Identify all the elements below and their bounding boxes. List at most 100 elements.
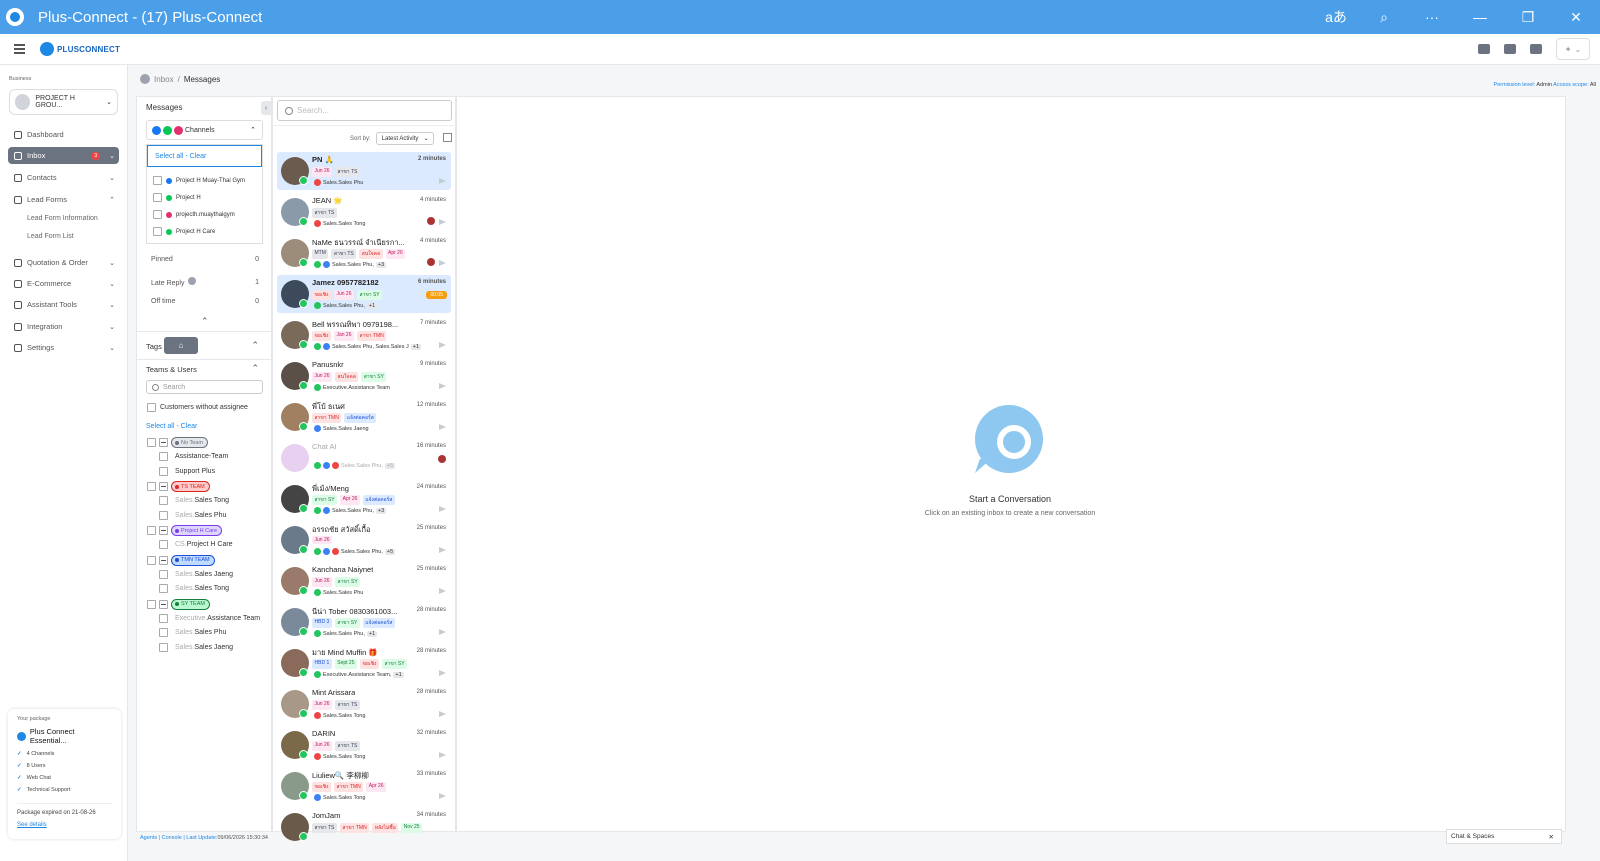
user-row[interactable]: Executive. Assistance Team <box>159 613 260 623</box>
zoom-icon[interactable]: ⌕ <box>1360 0 1408 34</box>
grid-view-icon[interactable] <box>443 133 452 142</box>
chevron-up-icon[interactable]: ⌃ <box>251 340 259 351</box>
translate-icon[interactable]: aあ <box>1312 0 1360 34</box>
sidebar-item-lead-forms[interactable]: Lead Forms ⌃ <box>8 191 119 208</box>
chat-spaces-panel[interactable]: Chat & Spaces ✕ <box>1446 829 1562 844</box>
checkbox[interactable] <box>159 584 168 593</box>
tag-filter-button[interactable]: ⌂ <box>164 337 198 354</box>
checkbox[interactable] <box>159 466 168 476</box>
sidebar-item-lead-form-list[interactable]: Lead Form List <box>27 233 74 240</box>
menu-icon[interactable] <box>14 44 25 54</box>
user-row[interactable]: Sales. Sales Jaeng <box>159 642 233 652</box>
conversation-item[interactable]: PN 🙏 2 minutes Jun 26 สาขา TS Sales.Sales Ph… <box>277 152 451 190</box>
user-row[interactable]: Assistance-Team <box>159 452 228 461</box>
channel-option[interactable]: projecth.muaythaigym <box>147 206 262 223</box>
checkbox[interactable] <box>159 613 168 623</box>
team-row[interactable]: TS TEAM <box>147 481 210 492</box>
team-row[interactable]: No Team <box>147 437 208 448</box>
checkbox[interactable] <box>153 193 162 202</box>
checkbox[interactable] <box>159 642 168 652</box>
indeterminate-checkbox[interactable] <box>159 482 168 491</box>
conversation-item[interactable]: Liuliew🔍 李柳柳 33 minutes ขอเชิง สาขา TMN Apr … <box>277 767 451 805</box>
conversation-item[interactable]: Panusnkr 9 minutes Jun 26 สนใจคล สาขา SY Exec… <box>277 357 451 395</box>
select-all-clear-link[interactable]: Select all - Clear <box>146 423 197 430</box>
close-icon[interactable]: ✕ <box>1549 833 1554 841</box>
restore-button[interactable]: ❐ <box>1504 0 1552 34</box>
user-menu-button[interactable]: ✦ ⌄ <box>1556 38 1590 60</box>
sidebar-item-inbox[interactable]: Inbox 3 ⌄ <box>8 147 119 164</box>
checkbox[interactable] <box>153 176 162 185</box>
conversation-item[interactable]: นีน่า Tober 0830361003... 28 minutes HBD 3… <box>277 603 451 641</box>
business-selector[interactable]: PROJECT H GROU... ⌄ <box>9 89 118 115</box>
conversation-item[interactable]: Bell พรรณทิพา 0979198... 7 minutes ขอเชิง J… <box>277 316 451 354</box>
sidebar-item-e-commerce[interactable]: E-Commerce ⌄ <box>8 275 119 292</box>
brand-logo[interactable]: PLUSCONNECT <box>40 42 120 56</box>
conversation-item[interactable]: DARIN 32 minutes Jun 26 สาขา TS Sales.Sales … <box>277 726 451 764</box>
conversation-item[interactable]: JomJam 34 minutes สาขา TS สาขา TMN หลังไม่ซื… <box>277 808 451 846</box>
user-row[interactable]: Sales. Sales Phu <box>159 628 226 637</box>
apps-grid-icon[interactable] <box>1530 44 1542 54</box>
conversation-item[interactable]: Mint Arissara 28 minutes Jun 26 สาขา TS Sale… <box>277 685 451 723</box>
sort-select[interactable]: Latest Activity ⌄ <box>375 132 434 145</box>
conversation-item[interactable]: JEAN 🌟 4 minutes สาขา TS Sales.Sales Tong <box>277 193 451 231</box>
pinned-filter[interactable]: Pinned 0 <box>151 256 259 263</box>
user-row[interactable]: Sales. Sales Phu <box>159 510 226 520</box>
checkbox[interactable] <box>159 628 168 637</box>
channel-option[interactable]: Project H Care <box>147 223 262 240</box>
checkbox[interactable] <box>147 599 156 609</box>
conversation-item[interactable]: พี่เม้ง/Meng 24 minutes สาขา SY Apr 26 แจ้งต… <box>277 480 451 518</box>
team-row[interactable]: TMN TEAM <box>147 554 215 566</box>
conversation-item[interactable]: Kanchana Naiynet 25 minutes Jun 26 สาขา SY S… <box>277 562 451 600</box>
more-icon[interactable]: ··· <box>1408 0 1456 34</box>
sidebar-item-contacts[interactable]: Contacts ⌄ <box>8 169 119 186</box>
user-row[interactable]: Sales. Sales Tong <box>159 584 229 593</box>
sidebar-item-assistant-tools[interactable]: Assistant Tools ⌄ <box>8 296 119 313</box>
conversation-item[interactable]: พี่โบ้ ธเนศ 12 minutes สาขา TMN แจ้งต่อคอร์… <box>277 398 451 436</box>
minimize-button[interactable]: — <box>1456 0 1504 34</box>
indeterminate-checkbox[interactable] <box>159 526 168 535</box>
without-assignee-checkbox[interactable]: Customers without assignee <box>147 403 248 412</box>
collapse-panel-button[interactable]: ‹ <box>261 101 271 115</box>
user-row[interactable]: Support Plus <box>159 466 215 476</box>
checkbox[interactable] <box>159 510 168 520</box>
user-row[interactable]: CS. Project H Care <box>159 540 233 549</box>
conversation-item[interactable]: Jamez 0957782182 6 minutes ขอเชิง Jun 26 สาข… <box>277 275 451 313</box>
conversation-item[interactable]: Chat AI 16 minutes Sales.Sales Phu, +5 <box>277 439 451 477</box>
checkbox[interactable] <box>159 452 168 461</box>
channels-dropdown[interactable]: Channels ⌃ <box>146 120 263 140</box>
select-all-clear-link[interactable]: Select all - Clear <box>147 145 262 167</box>
see-details-link[interactable]: See details <box>17 822 112 828</box>
chevron-up-icon[interactable]: ⌃ <box>251 363 259 374</box>
late-reply-filter[interactable]: Late Reply 1 <box>151 277 259 287</box>
bell-icon[interactable] <box>1504 44 1516 54</box>
sidebar-item-settings[interactable]: Settings ⌄ <box>8 339 119 356</box>
checkbox[interactable] <box>147 526 156 535</box>
conversation-search-input[interactable]: Search... <box>277 100 452 121</box>
off-time-filter[interactable]: Off time 0 <box>151 298 259 305</box>
team-search-input[interactable]: Search <box>146 380 263 394</box>
channel-option[interactable]: Project H Muay-Thai Gym <box>147 172 262 189</box>
chevron-up-icon[interactable]: ⌃ <box>201 316 209 327</box>
checkbox[interactable] <box>159 496 168 505</box>
chat-icon[interactable] <box>1478 44 1490 54</box>
checkbox[interactable] <box>159 540 168 549</box>
checkbox[interactable] <box>147 482 156 491</box>
user-row[interactable]: Sales. Sales Jaeng <box>159 569 233 579</box>
team-row[interactable]: Project H Care <box>147 525 223 536</box>
conversation-item[interactable]: อรรถชัย สวัสดิ์เกื้อ 25 minutes Jun 26 Sale… <box>277 521 451 559</box>
gear-icon[interactable] <box>188 277 197 285</box>
checkbox[interactable] <box>159 569 168 579</box>
indeterminate-checkbox[interactable] <box>159 438 168 447</box>
indeterminate-checkbox[interactable] <box>159 599 168 609</box>
sidebar-item-integration[interactable]: Integration ⌄ <box>8 318 119 335</box>
checkbox[interactable] <box>153 227 162 236</box>
sidebar-item-quotation-order[interactable]: Quotation & Order ⌄ <box>8 254 119 271</box>
sidebar-item-dashboard[interactable]: Dashboard <box>8 126 119 143</box>
close-button[interactable]: ✕ <box>1552 0 1600 34</box>
team-row[interactable]: SY TEAM <box>147 598 210 610</box>
checkbox[interactable] <box>147 438 156 447</box>
checkbox[interactable] <box>153 210 162 219</box>
conversation-item[interactable]: มาย Mind Muffin 🎁 28 minutes HBD 1 Sept 25 ข… <box>277 644 451 682</box>
sidebar-item-lead-form-information[interactable]: Lead Form Information <box>27 215 98 222</box>
checkbox[interactable] <box>147 555 156 565</box>
